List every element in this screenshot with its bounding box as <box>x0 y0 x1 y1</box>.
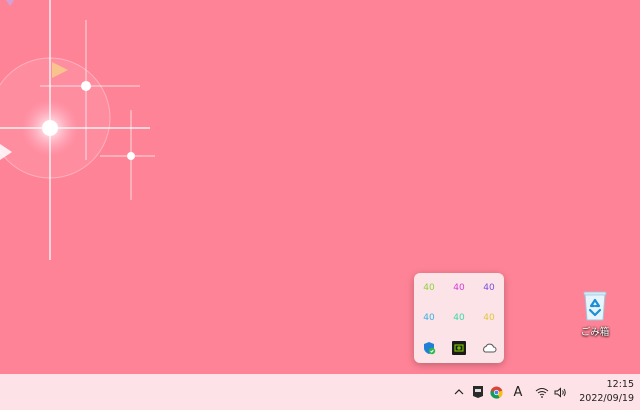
tray-gpu-monitor-4-text: 40 <box>423 313 435 323</box>
speaker-icon <box>554 386 566 398</box>
recycle-bin-icon <box>583 291 607 321</box>
tray-nvidia[interactable] <box>444 333 474 363</box>
chrome-icon <box>489 386 503 399</box>
nvidia-icon <box>452 341 466 355</box>
show-desktop-button[interactable] <box>636 374 640 410</box>
recycle-bin-shortcut[interactable]: ごみ箱 <box>572 288 618 344</box>
tray-overflow-flyout: 40 40 40 40 40 40 <box>414 273 504 363</box>
tray-gpu-monitor-5[interactable]: 40 <box>444 303 474 333</box>
tray-windows-security[interactable] <box>414 333 444 363</box>
tray-epic-games[interactable] <box>470 374 486 410</box>
tray-gpu-monitor-2-text: 40 <box>453 283 465 293</box>
tray-gpu-monitor-1-text: 40 <box>423 283 435 293</box>
tray-onedrive[interactable] <box>474 333 504 363</box>
network-button[interactable] <box>533 374 551 410</box>
taskbar: A 12:15 2022/09/19 <box>0 374 640 410</box>
epic-games-icon <box>473 386 483 398</box>
tray-gpu-monitor-3[interactable]: 40 <box>474 273 504 303</box>
clock-date: 2022/09/19 <box>579 393 634 404</box>
tray-gpu-monitor-4[interactable]: 40 <box>414 303 444 333</box>
show-hidden-icons-button[interactable] <box>452 374 466 410</box>
tray-gpu-monitor-6[interactable]: 40 <box>474 303 504 333</box>
tray-gpu-monitor-5-text: 40 <box>453 313 465 323</box>
ime-mode-label: A <box>513 384 523 400</box>
tray-gpu-monitor-2[interactable]: 40 <box>444 273 474 303</box>
ime-indicator[interactable]: A <box>510 374 526 410</box>
volume-button[interactable] <box>552 374 568 410</box>
tray-gpu-monitor-6-text: 40 <box>483 313 495 323</box>
tray-gpu-monitor-3-text: 40 <box>483 283 495 293</box>
taskbar-clock[interactable]: 12:15 2022/09/19 <box>574 378 634 406</box>
chevron-up-icon <box>454 389 464 395</box>
recycle-bin-label: ごみ箱 <box>580 327 610 338</box>
clock-time: 12:15 <box>606 379 634 390</box>
onedrive-cloud-icon <box>483 343 497 353</box>
tray-chrome[interactable] <box>488 374 504 410</box>
windows-security-shield-icon <box>424 342 436 355</box>
wallpaper-sparkles <box>0 0 155 260</box>
wifi-icon <box>535 387 549 398</box>
tray-gpu-monitor-1[interactable]: 40 <box>414 273 444 303</box>
